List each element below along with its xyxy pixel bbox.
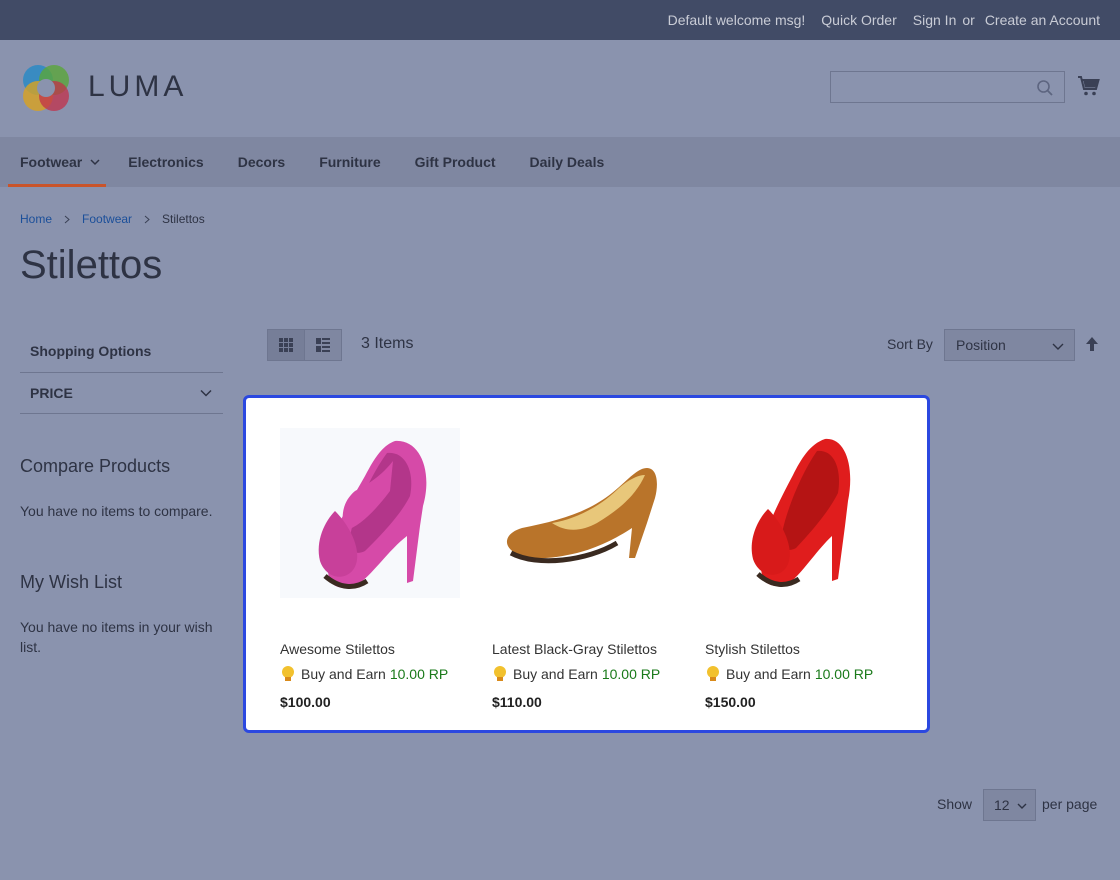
shopping-options-title: Shopping Options: [20, 330, 223, 373]
compare-products-title: Compare Products: [20, 456, 171, 476]
product-image[interactable]: [705, 428, 885, 598]
show-label: Show: [937, 796, 973, 812]
sort-by-value: Position: [956, 337, 1006, 353]
nav-item-label: Footwear: [20, 154, 83, 170]
lightbulb-icon: [707, 666, 719, 681]
search-icon[interactable]: [1036, 79, 1054, 97]
chevron-right-icon: [64, 215, 70, 223]
price-filter-label: PRICE: [30, 385, 73, 401]
earn-text: Buy and Earn: [726, 666, 811, 682]
pink-stiletto-shoe-image: [318, 440, 427, 589]
cart-icon[interactable]: [1077, 74, 1101, 98]
chevron-down-icon: [1052, 343, 1064, 350]
product-grid: Awesome Stilettos Buy and Earn 10.00 RP …: [243, 395, 930, 733]
tan-stiletto-shoe-image: [506, 468, 657, 564]
product-name[interactable]: Awesome Stilettos: [280, 641, 395, 657]
wishlist-title: My Wish List: [20, 572, 123, 592]
breadcrumb-home[interactable]: Home: [20, 212, 52, 226]
product-image[interactable]: [280, 428, 460, 598]
earn-points: 10.00 RP: [601, 666, 661, 682]
chevron-down-icon: [1017, 803, 1027, 809]
earn-text: Buy and Earn: [513, 666, 598, 682]
product-item[interactable]: Latest Black-Gray Stilettos Buy and Earn…: [492, 428, 692, 710]
nav-item-footwear[interactable]: Footwear: [8, 137, 107, 187]
product-price: $110.00: [492, 694, 542, 710]
welcome-message: Default welcome msg!: [667, 12, 806, 28]
earn-points: 10.00 RP: [389, 666, 449, 682]
grid-icon: [278, 338, 293, 352]
breadcrumb: Home Footwear Stilettos: [20, 212, 205, 226]
sidebar-filters: Shopping Options PRICE: [20, 330, 223, 414]
reward-points: Buy and Earn 10.00 RP: [705, 665, 873, 683]
sort-by-label: Sort By: [887, 336, 933, 352]
item-count: 3 Items: [361, 335, 414, 352]
list-icon: [315, 338, 330, 352]
view-mode-toggle: [267, 329, 342, 361]
luma-logo-icon[interactable]: [20, 62, 72, 114]
per-page-label: per page: [1042, 796, 1098, 812]
nav-item-gift-product[interactable]: Gift Product: [403, 137, 508, 187]
quick-order-link[interactable]: Quick Order: [821, 12, 896, 28]
chevron-down-icon: [90, 159, 100, 166]
sign-in-link[interactable]: Sign In: [913, 12, 957, 28]
create-account-link[interactable]: Create an Account: [985, 12, 1100, 28]
search-input[interactable]: [830, 71, 1065, 103]
chevron-down-icon: [200, 389, 212, 397]
page-title: Stilettos: [20, 243, 163, 287]
product-name[interactable]: Latest Black-Gray Stilettos: [492, 641, 657, 657]
reward-points: Buy and Earn 10.00 RP: [492, 665, 660, 683]
product-item[interactable]: Stylish Stilettos Buy and Earn 10.00 RP …: [705, 428, 905, 710]
earn-text: Buy and Earn: [301, 666, 386, 682]
main-navigation: Footwear Electronics Decors Furniture Gi…: [0, 137, 1120, 187]
nav-item-furniture[interactable]: Furniture: [307, 137, 392, 187]
per-page-select[interactable]: 12: [983, 789, 1036, 821]
product-price: $150.00: [705, 694, 756, 710]
lightbulb-icon: [494, 666, 506, 681]
top-bar: Default welcome msg! Quick Order Sign In…: [0, 0, 1120, 40]
nav-item-decors[interactable]: Decors: [226, 137, 297, 187]
list-view-button[interactable]: [305, 330, 342, 360]
red-stiletto-shoe-image: [751, 438, 851, 587]
product-image[interactable]: [492, 428, 672, 598]
nav-item-electronics[interactable]: Electronics: [116, 137, 215, 187]
earn-points: 10.00 RP: [814, 666, 874, 682]
grid-view-button[interactable]: [268, 330, 305, 360]
price-filter[interactable]: PRICE: [20, 373, 223, 414]
compare-products-text: You have no items to compare.: [20, 503, 213, 519]
header: LUMA: [0, 40, 1120, 137]
per-page-value: 12: [994, 797, 1010, 813]
sort-by-select[interactable]: Position: [944, 329, 1075, 361]
sort-direction-arrow-icon[interactable]: [1085, 336, 1099, 352]
product-name[interactable]: Stylish Stilettos: [705, 641, 800, 657]
logo-text[interactable]: LUMA: [88, 70, 187, 104]
reward-points: Buy and Earn 10.00 RP: [280, 665, 448, 683]
lightbulb-icon: [282, 666, 294, 681]
nav-item-daily-deals[interactable]: Daily Deals: [518, 137, 617, 187]
product-item[interactable]: Awesome Stilettos Buy and Earn 10.00 RP …: [280, 428, 480, 710]
or-text: or: [962, 12, 975, 28]
wishlist-text: You have no items in your wish list.: [20, 619, 213, 655]
breadcrumb-current: Stilettos: [162, 212, 205, 226]
breadcrumb-footwear[interactable]: Footwear: [82, 212, 132, 226]
product-price: $100.00: [280, 694, 331, 710]
chevron-right-icon: [144, 215, 150, 223]
